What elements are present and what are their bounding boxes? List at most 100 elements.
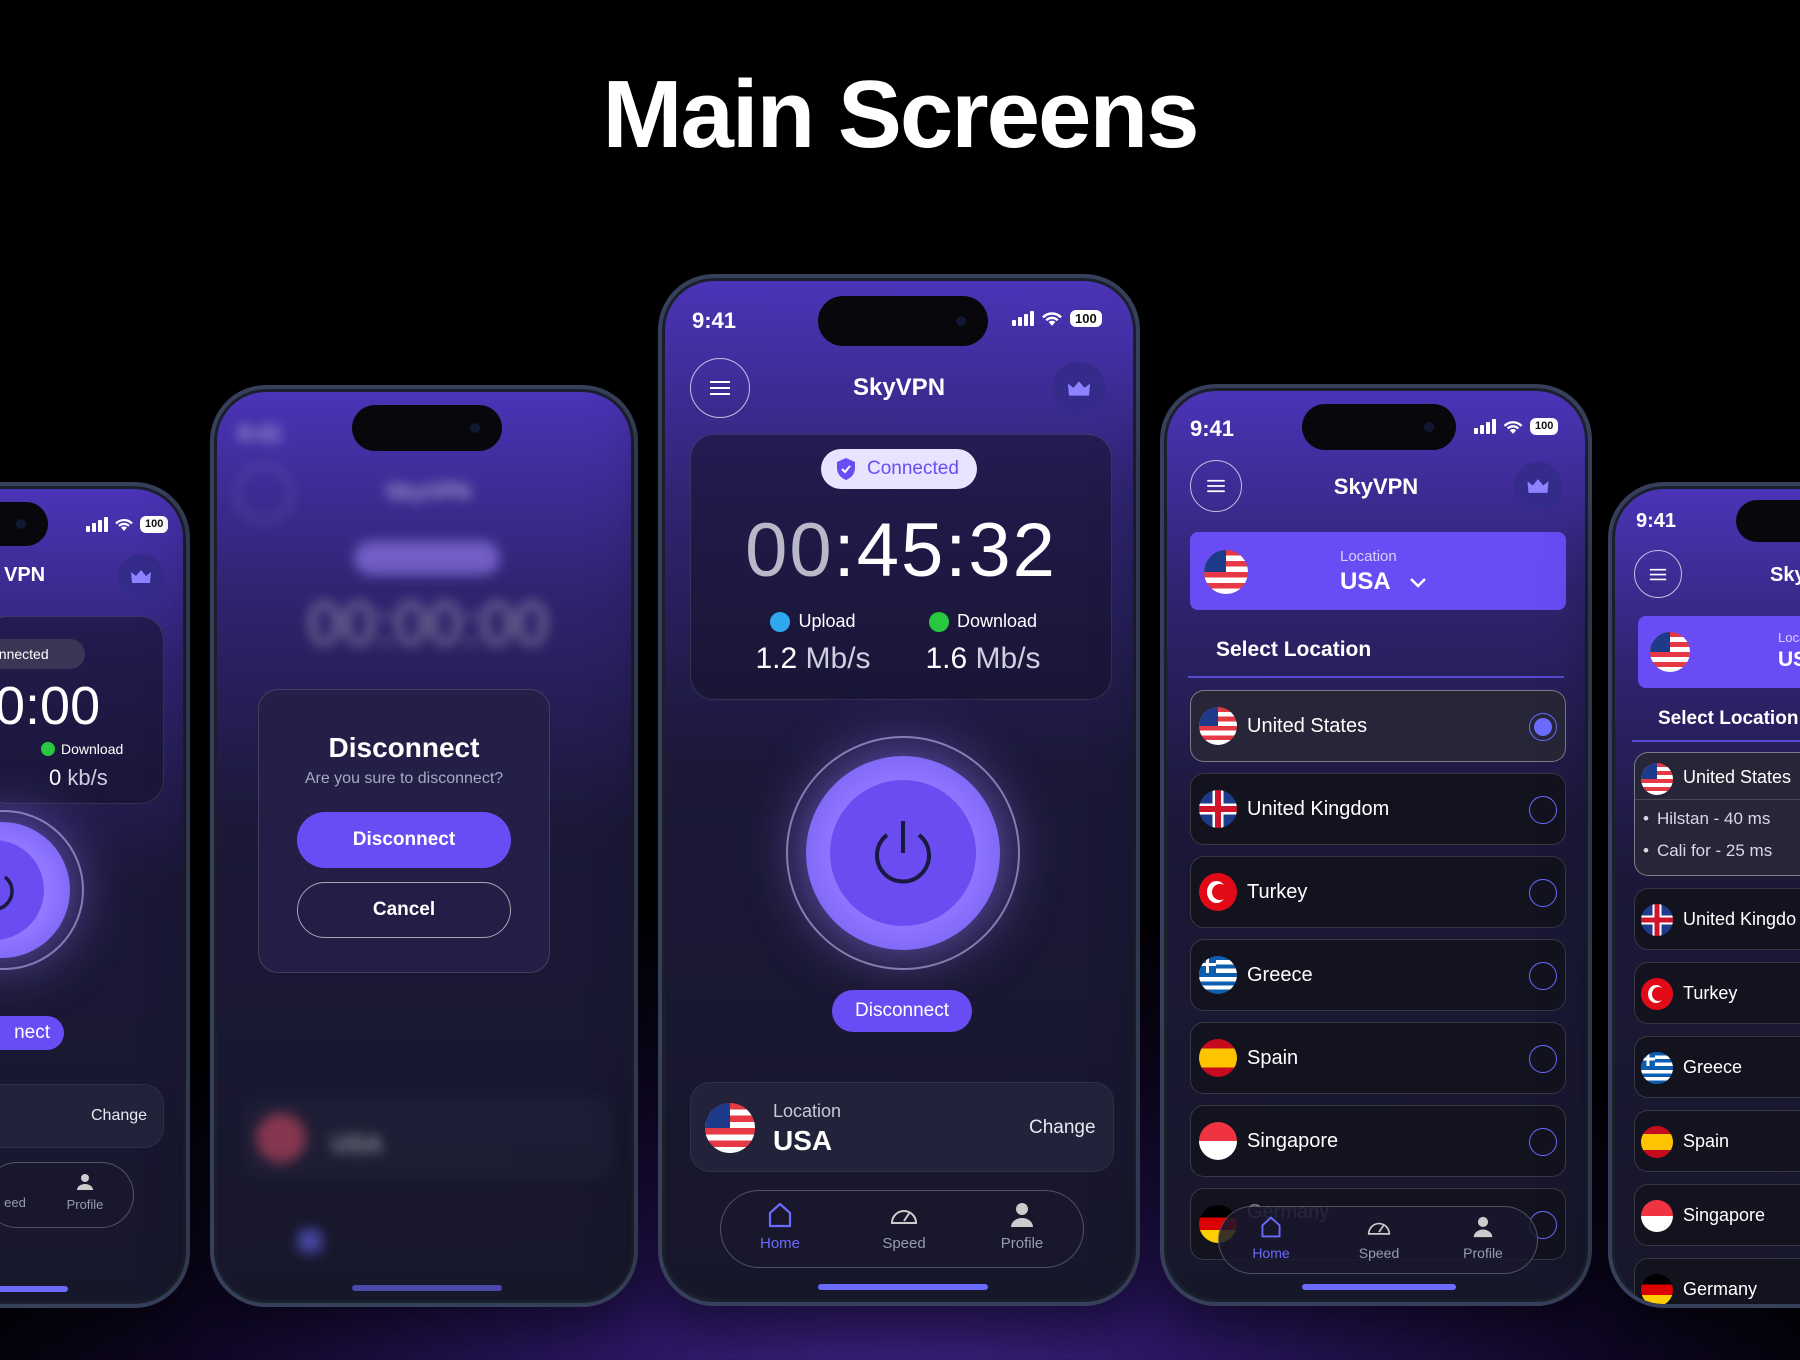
location-selector[interactable]: Location USA — [1190, 532, 1566, 610]
page-title: Main Screens — [602, 61, 1200, 168]
location-card[interactable]: Location USA Change — [690, 1082, 1114, 1172]
country-row-spain[interactable]: Spain — [1634, 1110, 1800, 1172]
country-row-greece[interactable]: Greece — [1190, 939, 1566, 1011]
cancel-button[interactable]: Cancel — [297, 882, 511, 938]
status-label: Connected — [867, 458, 959, 479]
crown-icon — [131, 570, 151, 583]
signal-icon — [1474, 419, 1496, 434]
dynamic-island — [818, 296, 988, 346]
country-row-singapore[interactable]: Singapore — [1634, 1184, 1800, 1246]
crown-icon — [1527, 478, 1549, 493]
profile-icon — [1011, 1203, 1033, 1227]
country-name: Singapore — [1683, 1205, 1766, 1225]
home-indicator — [352, 1285, 502, 1291]
country-radio[interactable] — [1529, 796, 1557, 824]
country-radio[interactable] — [1529, 879, 1557, 907]
tab-profile[interactable]: Profile — [977, 1201, 1067, 1252]
location-label: Loca — [1778, 630, 1800, 645]
home-icon — [1261, 1216, 1281, 1238]
power-button[interactable] — [830, 780, 976, 926]
tab-speed[interactable]: Speed — [1347, 1215, 1411, 1261]
tab-profile-label: Profile — [1463, 1245, 1503, 1261]
connect-button[interactable]: nect — [0, 1016, 64, 1050]
disconnect-button[interactable]: Disconnect — [832, 990, 972, 1032]
upload-number: 1.2 — [755, 642, 798, 675]
dialog-message: Are you sure to disconnect? — [304, 770, 504, 787]
app-name: Sky — [1770, 564, 1800, 586]
tab-profile[interactable]: Profile — [55, 1173, 115, 1212]
change-location-link[interactable]: Change — [1029, 1117, 1096, 1139]
germany-flag-icon — [1641, 1274, 1673, 1304]
download-value: 0 kb/s — [49, 765, 108, 791]
country-radio[interactable] — [1529, 1128, 1557, 1156]
tab-home[interactable]: Home — [1239, 1215, 1303, 1261]
download-unit: kb/s — [67, 765, 108, 790]
wifi-icon — [1042, 312, 1062, 326]
status-badge: Connected — [821, 449, 977, 489]
server-item[interactable]: Hilstan - 40 ms — [1643, 809, 1770, 829]
dialog-title: Disconnect — [328, 732, 480, 763]
tab-home-label: Home — [759, 1235, 800, 1252]
country-row-greece[interactable]: Greece — [1634, 1036, 1800, 1098]
singapore-flag-icon — [1641, 1200, 1673, 1232]
premium-button[interactable] — [1052, 362, 1106, 416]
country-row-united-kingdom[interactable]: United Kingdo — [1634, 888, 1800, 950]
tab-bar: Home Speed Profile — [720, 1190, 1084, 1268]
confirm-disconnect-button[interactable]: Disconnect — [297, 812, 511, 868]
home-icon — [768, 1202, 792, 1228]
tab-speed[interactable]: eed — [0, 1173, 35, 1210]
status-label: onnected — [0, 646, 49, 662]
download-number: 0 — [49, 765, 62, 790]
tab-speed[interactable]: Speed — [859, 1201, 949, 1252]
country-radio[interactable] — [1529, 962, 1557, 990]
status-icons: 100 — [1012, 310, 1102, 327]
power-icon — [0, 875, 14, 910]
country-name: Greece — [1247, 964, 1313, 986]
change-location-link[interactable]: Change — [91, 1107, 147, 1125]
country-row-turkey[interactable]: Turkey — [1634, 962, 1800, 1024]
greece-flag-icon — [1641, 1052, 1673, 1084]
country-row-united-states[interactable]: United States — [1190, 690, 1566, 762]
location-selector[interactable]: Loca US — [1638, 616, 1800, 688]
tab-profile-label: Profile — [1000, 1235, 1044, 1252]
premium-button[interactable] — [118, 554, 164, 600]
home-indicator — [1302, 1284, 1456, 1290]
download-label: Download — [956, 611, 1038, 631]
country-row-expanded[interactable]: United States Hilstan - 40 ms Cali for -… — [1634, 752, 1800, 876]
country-row-turkey[interactable]: Turkey — [1190, 856, 1566, 928]
tab-home[interactable]: Home — [735, 1201, 825, 1252]
battery-icon: 100 — [140, 516, 169, 533]
app-name: VPN — [4, 564, 46, 586]
country-radio[interactable] — [1529, 1045, 1557, 1073]
tab-home-label: Home — [1252, 1245, 1290, 1261]
country-row-singapore[interactable]: Singapore — [1190, 1105, 1566, 1177]
country-radio[interactable] — [1529, 713, 1557, 741]
uk-flag-icon — [1199, 790, 1237, 828]
country-name: Turkey — [1683, 983, 1738, 1003]
country-row-united-kingdom[interactable]: United Kingdom — [1190, 773, 1566, 845]
menu-button[interactable] — [1634, 550, 1682, 598]
phone-disconnect: 9:41 SkyVPN 00:00:00 USA Disconnect Are … — [210, 385, 638, 1307]
country-row-germany[interactable]: Germany — [1634, 1258, 1800, 1304]
chevron-down-icon — [1410, 578, 1426, 588]
profile-icon — [77, 1174, 93, 1190]
country-name: United States — [1247, 715, 1368, 737]
status-badge: onnected — [0, 639, 85, 669]
greece-flag-icon — [1199, 956, 1237, 994]
section-divider — [1632, 740, 1800, 742]
phone-location-expanded: 9:41 Sky Loca US Select Location United … — [1608, 482, 1800, 1308]
download-number: 1.6 — [925, 642, 968, 675]
stats-card: onnected 0:00 Download 0 kb/s — [0, 616, 164, 804]
usa-flag-icon — [1199, 707, 1237, 745]
location-card[interactable]: Change — [0, 1084, 164, 1148]
tab-profile[interactable]: Profile — [1451, 1215, 1515, 1261]
shield-icon — [837, 458, 855, 480]
country-row-spain[interactable]: Spain — [1190, 1022, 1566, 1094]
premium-button[interactable] — [1514, 462, 1562, 510]
status-time: 9:41 — [1636, 510, 1677, 532]
usa-flag-icon — [1641, 763, 1673, 795]
speedometer-icon — [1367, 1222, 1391, 1235]
server-item[interactable]: Cali for - 25 ms — [1643, 841, 1772, 861]
phone-home-connected: 9:41 100 SkyVPN Connected 00:45:32 Uploa… — [658, 274, 1140, 1306]
spain-flag-icon — [1199, 1039, 1237, 1077]
